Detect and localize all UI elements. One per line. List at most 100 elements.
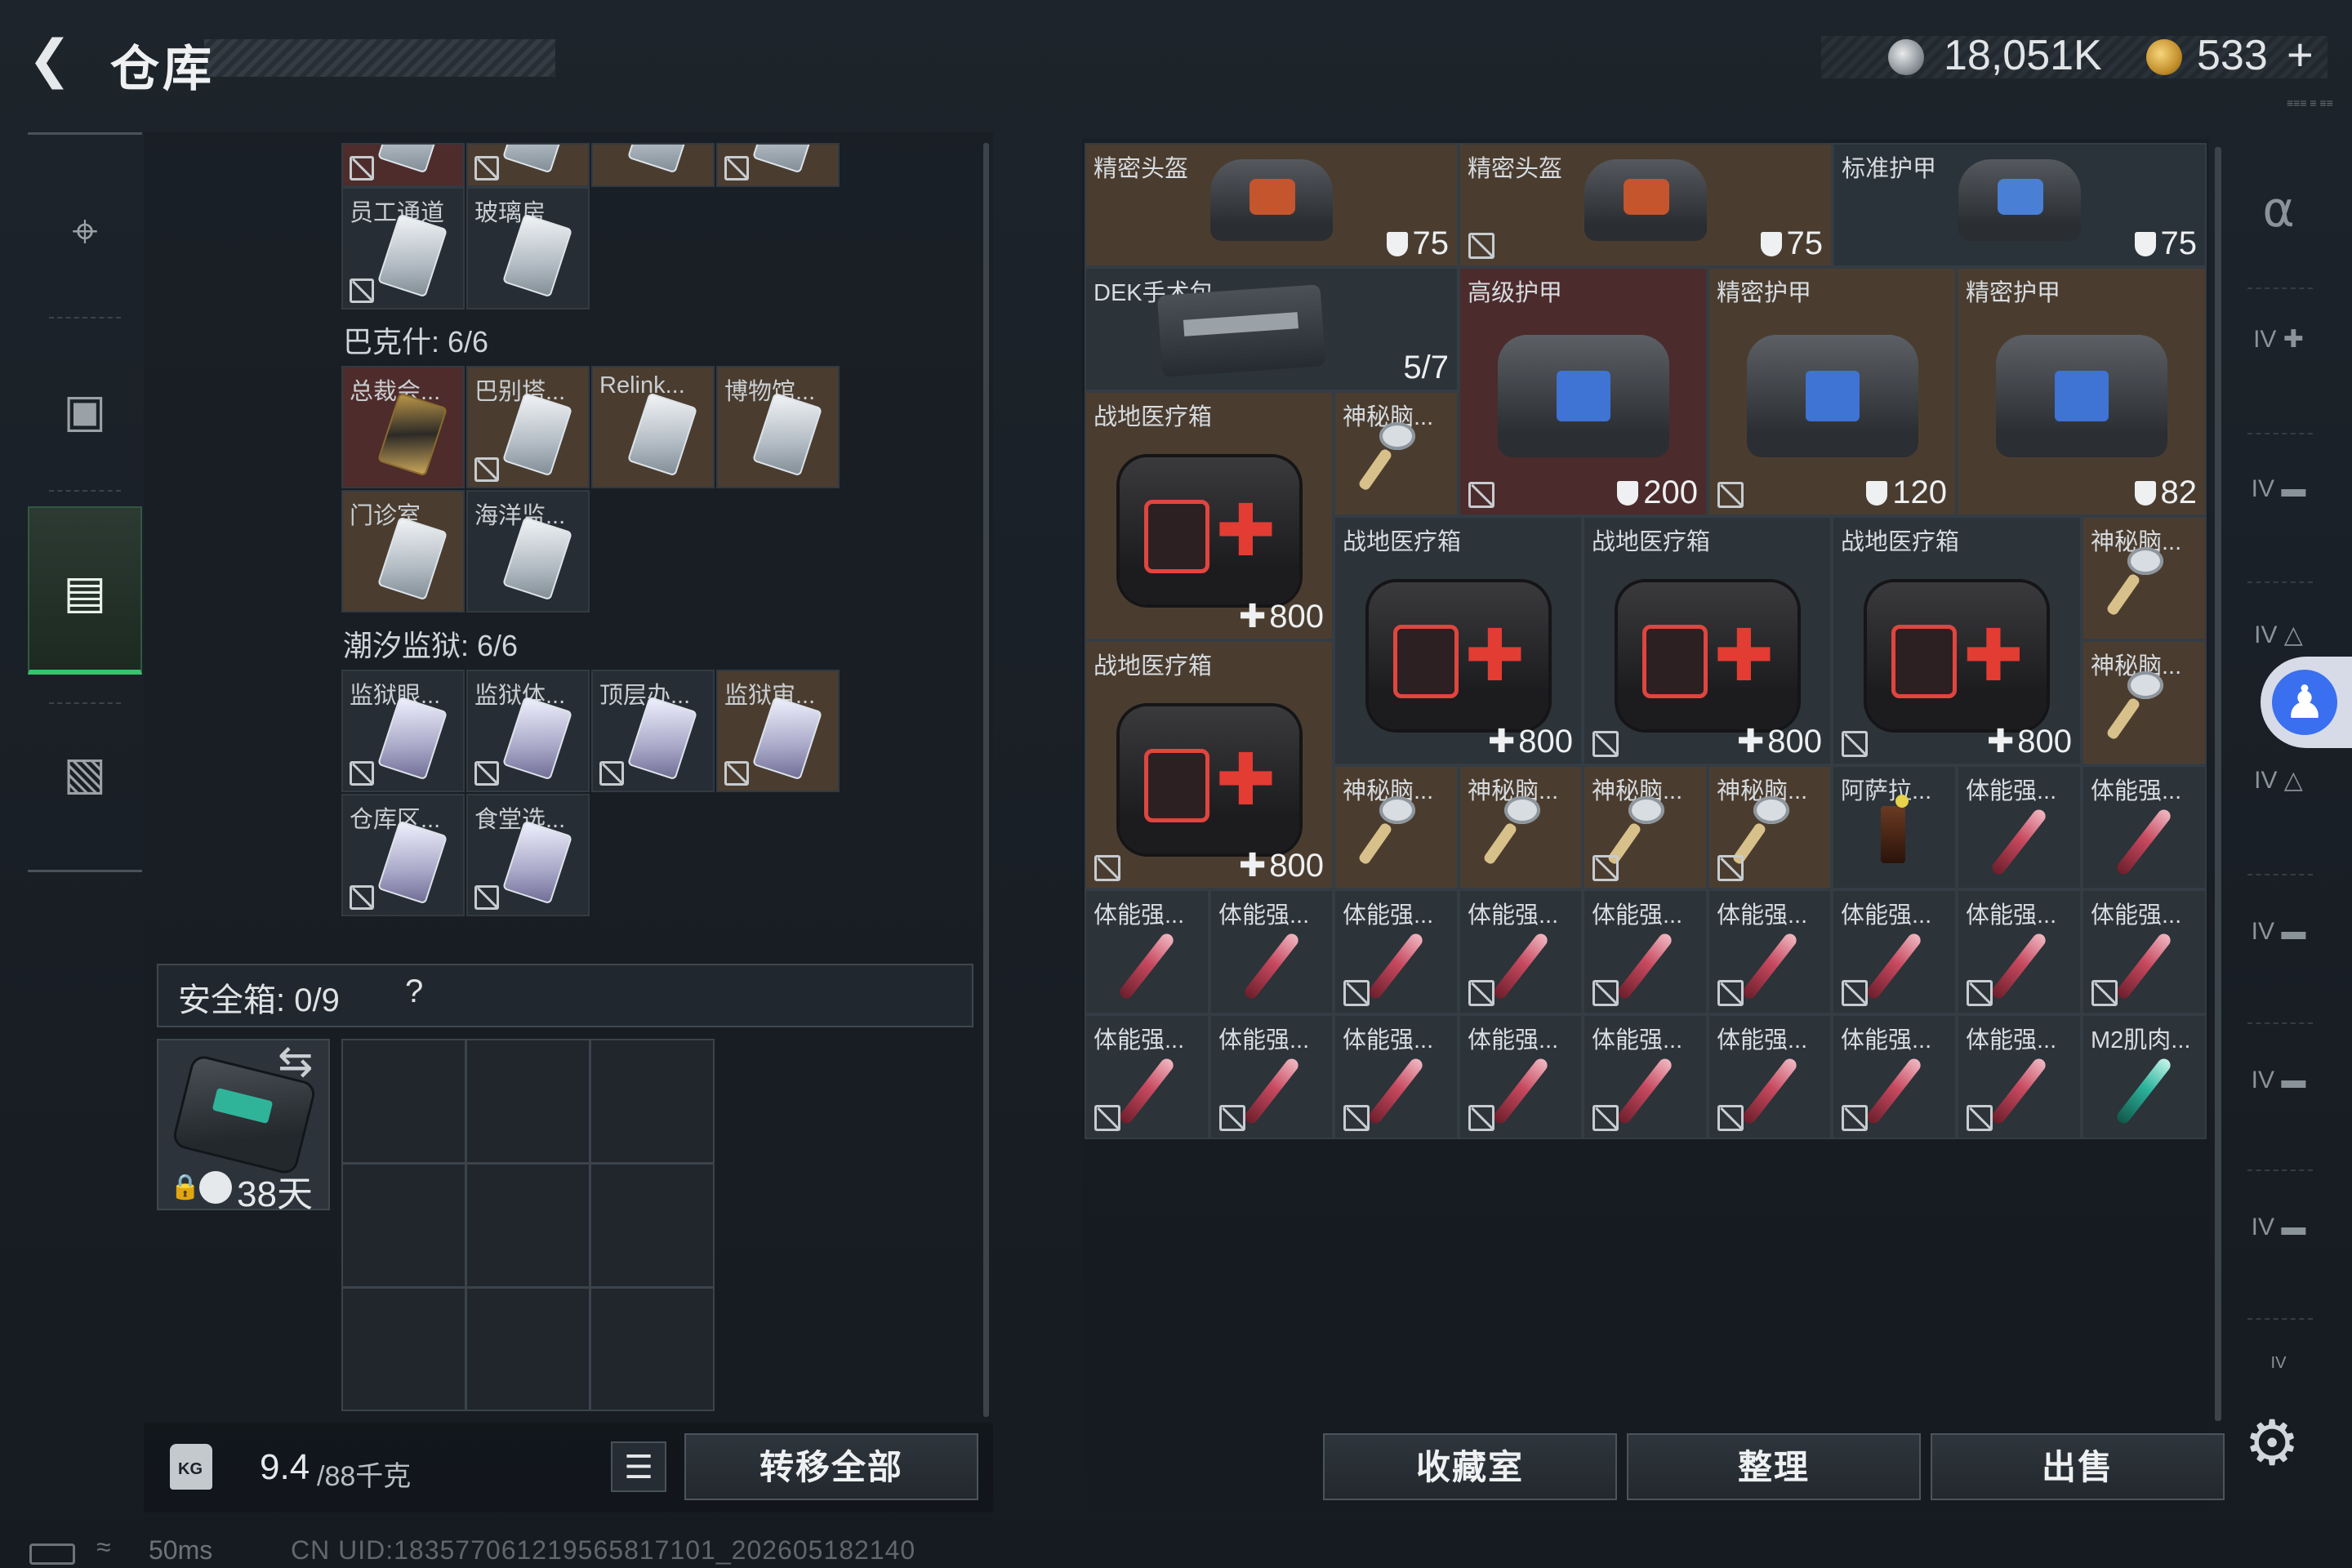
item-stim[interactable]: 体能强...	[1334, 1014, 1459, 1139]
item-stim[interactable]: 体能强...	[1957, 765, 2082, 889]
item-brain[interactable]: 神秘脑...	[1459, 765, 1583, 889]
medkit-icon	[1617, 581, 1797, 729]
keycard-slot[interactable]	[716, 143, 840, 187]
keycard-slot[interactable]: 海洋监...	[466, 490, 590, 612]
nav-divider	[49, 702, 121, 704]
nav-divider	[2247, 1169, 2313, 1171]
keycard-slot[interactable]: 顶层办...	[591, 670, 715, 792]
item-armor[interactable]: 高级护甲 200	[1459, 267, 1708, 516]
item-stim[interactable]: 体能强...	[1459, 889, 1583, 1014]
keycard-slot[interactable]: 监狱体...	[466, 670, 590, 792]
sort-button[interactable]: 整理	[1627, 1433, 1921, 1500]
item-stim[interactable]: 体能强...	[1832, 1014, 1957, 1139]
filter-tool-icon[interactable]: IV ▬	[2238, 918, 2319, 991]
item-name: 高级护甲	[1468, 280, 1563, 306]
item-stim[interactable]: 体能强...	[1085, 889, 1209, 1014]
syringe-icon	[1242, 1056, 1301, 1126]
keycard-slot[interactable]: 仓库区...	[341, 794, 465, 916]
keycard-slot[interactable]: 总裁会...	[341, 366, 465, 488]
item-stim[interactable]: 体能强...	[1334, 889, 1459, 1014]
inventory-scrollbar[interactable]	[983, 143, 989, 1417]
item-value: 82	[2160, 474, 2198, 510]
item-name: 精密头盔	[1094, 156, 1189, 182]
keycard-slot[interactable]: 监狱审...	[716, 670, 840, 792]
weight-max: /88千克	[317, 1461, 412, 1492]
item-brain[interactable]: 神秘脑...	[1708, 765, 1832, 889]
item-stim[interactable]: 体能强...	[1583, 889, 1708, 1014]
filter-tier-label: IV	[2254, 767, 2278, 794]
item-stim[interactable]: 体能强...	[1085, 1014, 1209, 1139]
item-stim[interactable]: 体能强...	[2082, 889, 2207, 1014]
filter-more-icon[interactable]: IV	[2238, 1354, 2319, 1379]
filter-medical-icon[interactable]: IV ✚	[2238, 325, 2319, 399]
item-stim[interactable]: 体能强...	[1957, 889, 2082, 1014]
filter-equipment-icon[interactable]: IV ▬	[2238, 1067, 2319, 1140]
filter-misc-icon[interactable]: IV ▬	[2238, 1214, 2319, 1287]
item-helmet[interactable]: 精密头盔 75	[1085, 143, 1459, 267]
item-medkit[interactable]: 战地医疗箱 ✚800	[1583, 516, 1832, 765]
safe-slot	[466, 1039, 590, 1164]
back-arrow-icon[interactable]: ❮	[28, 33, 85, 90]
keycard-slot[interactable]: 博物馆...	[716, 366, 840, 488]
item-medkit[interactable]: 战地医疗箱 ✚800	[1085, 391, 1334, 640]
sell-button[interactable]: 出售	[1931, 1433, 2225, 1500]
item-stim[interactable]: 体能强...	[1708, 1014, 1832, 1139]
backpack-tab-backpack-icon[interactable]: ▣	[28, 350, 142, 472]
item-helmet[interactable]: 精密头盔 75	[1459, 143, 1833, 267]
filter-collectible-icon[interactable]: IV △	[2238, 766, 2319, 840]
item-stim[interactable]: 体能强...	[1957, 1014, 2082, 1139]
keycard-slot[interactable]	[466, 143, 590, 187]
keycard-slot[interactable]	[341, 143, 465, 187]
keycard-slot[interactable]: 食堂选...	[466, 794, 590, 916]
item-medkit[interactable]: 战地医疗箱 ✚800	[1334, 516, 1583, 765]
keycard-slot[interactable]: 员工通道	[341, 187, 465, 310]
settings-gear-icon[interactable]: ⚙	[2244, 1406, 2300, 1479]
item-armor[interactable]: 精密护甲 82	[1957, 267, 2207, 516]
item-stim[interactable]: 体能强...	[1708, 889, 1832, 1014]
item-stim[interactable]: 体能强...	[1583, 1014, 1708, 1139]
item-brain[interactable]: 神秘脑...	[1334, 765, 1459, 889]
transfer-all-button[interactable]: 转移全部	[684, 1433, 978, 1500]
item-name: 体能强...	[1218, 1027, 1310, 1054]
safe-slot	[466, 1163, 590, 1288]
help-button[interactable]: ?	[405, 973, 423, 1010]
add-currency-button[interactable]: +	[2287, 28, 2314, 81]
item-m2-stim[interactable]: M2肌肉...	[2082, 1014, 2207, 1139]
no-insure-icon	[350, 156, 374, 180]
briefcase-tab-briefcase-icon[interactable]: ▧	[28, 712, 142, 835]
item-surgical-kit[interactable]: DEK手术包 5/7	[1085, 267, 1459, 391]
filter-helmet-icon[interactable]: ⍺	[2238, 181, 2319, 255]
collection-room-button[interactable]: 收藏室	[1323, 1433, 1617, 1500]
item-medkit[interactable]: 战地医疗箱 ✚800	[1832, 516, 2082, 765]
keycard-slot[interactable]: 巴别塔...	[466, 366, 590, 488]
storage-tab-storage-icon[interactable]: ▤	[28, 506, 142, 675]
keycard-slot[interactable]: 门诊室	[341, 490, 465, 612]
filter-tier-label: IV	[2251, 918, 2274, 945]
item-brain[interactable]: 神秘脑...	[2082, 516, 2207, 640]
item-stim[interactable]: 体能强...	[2082, 765, 2207, 889]
item-stim[interactable]: 体能强...	[1832, 889, 1957, 1014]
weapon-tab-gun-icon[interactable]: ⌖	[28, 170, 142, 292]
filter-ammo-icon[interactable]: IV ▬	[2238, 475, 2319, 549]
item-stim[interactable]: 体能强...	[1209, 1014, 1334, 1139]
item-brain[interactable]: 神秘脑...	[1583, 765, 1708, 889]
item-medkit[interactable]: 战地医疗箱 ✚800	[1085, 640, 1334, 889]
keycard-slot[interactable]: 玻璃房	[466, 187, 590, 310]
no-insure-icon	[1094, 855, 1120, 881]
item-brain[interactable]: 神秘脑...	[2082, 640, 2207, 765]
stash-scrollbar[interactable]	[2215, 147, 2221, 1421]
item-drink[interactable]: 阿萨拉...	[1832, 765, 1957, 889]
keycard-slot[interactable]: 监狱眼...	[341, 670, 465, 792]
keycard-slot[interactable]	[591, 143, 715, 187]
syringe-icon	[1366, 1056, 1425, 1126]
keycard-slot[interactable]: Relink...	[591, 366, 715, 488]
item-armor[interactable]: 精密护甲 120	[1708, 267, 1957, 516]
shield-icon	[2134, 232, 2156, 256]
swap-icon[interactable]: ⇆	[278, 1037, 314, 1086]
item-stim[interactable]: 体能强...	[1209, 889, 1334, 1014]
item-stim[interactable]: 体能强...	[1459, 1014, 1583, 1139]
list-view-button-list-icon[interactable]: ☰	[611, 1441, 666, 1492]
item-brain[interactable]: 神秘脑...	[1334, 391, 1459, 516]
accessibility-icon[interactable]: ♟	[2272, 670, 2337, 735]
item-helmet[interactable]: 标准护甲 75	[1833, 143, 2207, 267]
